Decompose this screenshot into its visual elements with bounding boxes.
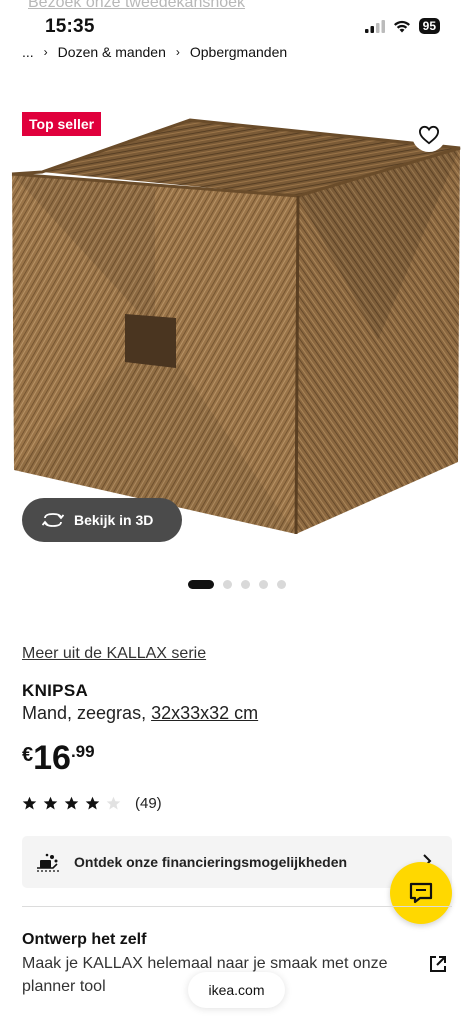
product-description: Mand, zeegras, 32x33x32 cm [22, 703, 258, 724]
financing-icon [37, 853, 59, 872]
price-decimal: .99 [70, 742, 95, 761]
wifi-icon [393, 20, 410, 32]
battery-indicator: 95 [418, 18, 440, 34]
gallery-dot[interactable] [223, 580, 232, 589]
star-filled-icon [22, 796, 37, 810]
gallery-pagination [188, 580, 286, 589]
breadcrumb-item-opbergmanden[interactable]: Opbergmanden [190, 44, 287, 60]
view-3d-button[interactable]: Bekijk in 3D [22, 498, 182, 542]
section-divider [22, 906, 452, 907]
heart-icon [418, 125, 440, 145]
financing-options-button[interactable]: Ontdek onze financieringsmogelijkheden [22, 836, 452, 888]
status-bar: Bezoek onze tweedekanshoek 15:35 95 [0, 0, 474, 44]
breadcrumb-item-dozen-manden[interactable]: Dozen & manden [58, 44, 166, 60]
promo-banner-text[interactable]: Bezoek onze tweedekanshoek [28, 0, 245, 12]
top-seller-badge: Top seller [22, 112, 102, 136]
chat-icon [409, 882, 433, 904]
view-3d-label: Bekijk in 3D [74, 512, 154, 528]
product-image-gallery[interactable]: Top seller Bekijk in 3D [0, 100, 474, 570]
chat-button[interactable] [390, 862, 452, 924]
star-filled-icon [43, 796, 58, 810]
design-section-title: Ontwerp het zelf [22, 931, 147, 948]
breadcrumb: ... › Dozen & manden › Opbergmanden [22, 44, 287, 60]
favorite-button[interactable] [412, 118, 446, 152]
product-rating[interactable]: (49) [22, 795, 162, 812]
product-description-text: Mand, zeegras, [22, 703, 152, 723]
status-time: 15:35 [45, 16, 95, 37]
series-link[interactable]: Meer uit de KALLAX serie [22, 645, 206, 663]
chevron-right-icon: › [175, 45, 180, 59]
rating-count: (49) [135, 795, 162, 812]
signal-icon [364, 19, 385, 33]
external-link-icon[interactable] [428, 954, 448, 974]
product-price: € 16 .99 [22, 738, 95, 778]
star-filled-icon [64, 796, 79, 810]
star-empty-icon [106, 796, 121, 810]
financing-label: Ontdek onze financieringsmogelijkheden [74, 854, 348, 870]
gallery-dot[interactable] [259, 580, 268, 589]
gallery-dot[interactable] [277, 580, 286, 589]
star-filled-icon [85, 796, 100, 810]
gallery-dot[interactable] [241, 580, 250, 589]
product-page: Bezoek onze tweedekanshoek 15:35 95 ... … [0, 0, 474, 1024]
product-name: KNIPSA [22, 681, 89, 700]
gallery-dot-active[interactable] [188, 580, 214, 589]
browser-url-pill[interactable]: ikea.com [188, 972, 285, 1008]
price-integer: 16 [33, 739, 71, 777]
rotate-3d-icon [42, 513, 64, 527]
product-size-link[interactable]: 32x33x32 cm [151, 703, 258, 723]
price-currency: € [22, 744, 34, 766]
status-indicators: 95 [364, 18, 440, 34]
chevron-right-icon: › [43, 45, 48, 59]
breadcrumb-ellipsis[interactable]: ... [22, 44, 34, 60]
